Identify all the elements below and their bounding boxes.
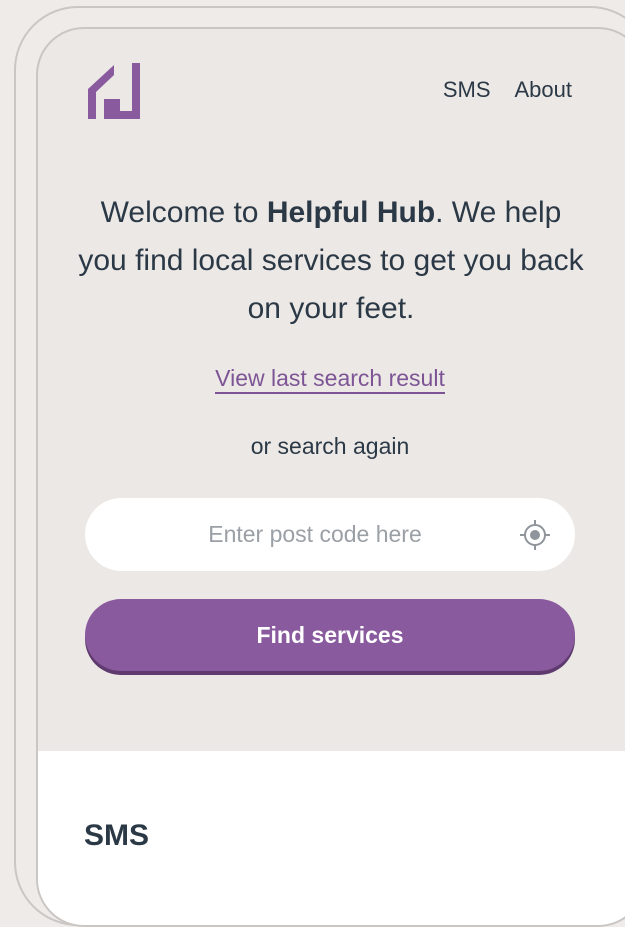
welcome-message: Welcome to Helpful Hub. We help you find…	[78, 189, 584, 333]
location-target-icon[interactable]	[519, 519, 551, 551]
find-services-button[interactable]: Find services	[85, 599, 575, 671]
last-search-container: View last search result	[38, 365, 622, 394]
section-title: SMS	[84, 819, 150, 852]
postcode-input[interactable]	[115, 498, 515, 571]
nav-item-about[interactable]: About	[515, 77, 573, 103]
house-logo-icon[interactable]	[84, 59, 144, 123]
sms-section: SMS	[38, 751, 625, 925]
brand-name: Helpful Hub	[266, 196, 436, 229]
nav-item-sms[interactable]: SMS	[443, 77, 491, 103]
search-again-text: or search again	[250, 433, 410, 459]
view-last-search-link[interactable]: View last search result	[215, 365, 445, 394]
app-screen: SMS About Welcome to Helpful Hub. We hel…	[36, 27, 625, 927]
welcome-prefix: Welcome to	[100, 196, 267, 229]
header: SMS About	[38, 29, 625, 139]
top-nav: SMS About	[443, 77, 572, 103]
postcode-search-box	[85, 498, 575, 571]
